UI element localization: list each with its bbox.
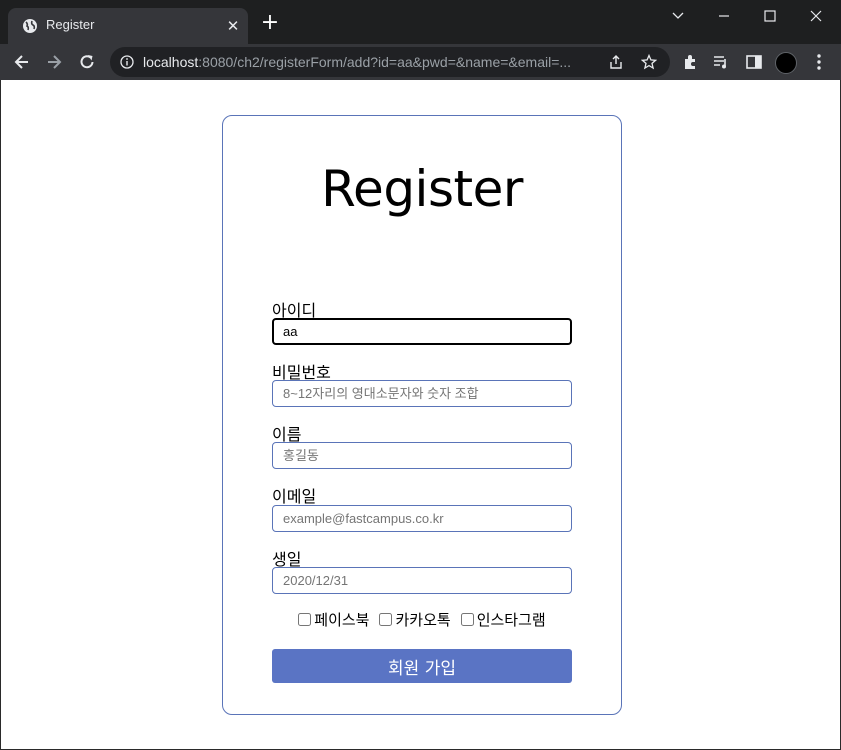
email-input[interactable] [272,505,572,532]
media-queue-icon[interactable] [712,53,730,71]
browser-tab[interactable]: Register ✕ [8,8,248,44]
more-menu-icon[interactable] [812,52,826,72]
close-icon [810,10,822,22]
name-input[interactable] [272,442,572,469]
birthday-input[interactable] [272,567,572,594]
chevron-down-icon [672,12,684,19]
tab-title: Register [46,17,95,32]
close-window-button[interactable] [796,4,836,28]
side-panel-icon[interactable] [745,53,763,71]
reload-button[interactable] [75,50,99,74]
kakaotalk-option[interactable]: 카카오톡 [379,609,451,630]
page-viewport: Register 아이디 비밀번호 이름 이메일 생일 페이스북 카카오톡 인스… [0,80,841,750]
instagram-option[interactable]: 인스타그램 [460,609,546,630]
tab-strip: Register ✕ + [0,0,841,44]
url-text[interactable]: localhost:8080/ch2/registerForm/add?id=a… [143,54,571,70]
facebook-checkbox[interactable] [298,613,312,626]
register-button[interactable]: 회원 가입 [272,649,572,683]
browser-toolbar: localhost:8080/ch2/registerForm/add?id=a… [0,44,841,80]
reload-icon [80,55,94,69]
kakaotalk-checkbox[interactable] [379,613,393,626]
instagram-label: 인스타그램 [476,611,546,629]
instagram-checkbox[interactable] [460,613,474,626]
sns-checkbox-group: 페이스북 카카오톡 인스타그램 [223,609,621,630]
tab-close-icon[interactable]: ✕ [224,17,242,35]
back-button[interactable] [10,50,34,74]
maximize-icon [764,10,776,22]
tab-search-button[interactable] [658,4,698,28]
back-arrow-icon [14,55,28,69]
address-bar[interactable]: localhost:8080/ch2/registerForm/add?id=a… [110,47,670,77]
globe-icon [23,19,37,33]
maximize-button[interactable] [750,4,790,28]
info-icon[interactable] [120,55,134,69]
forward-button[interactable] [42,50,66,74]
page-title: Register [321,160,523,218]
facebook-option[interactable]: 페이스북 [298,609,369,630]
extensions-icon[interactable] [681,53,699,71]
register-form: Register 아이디 비밀번호 이름 이메일 생일 페이스북 카카오톡 인스… [222,115,622,715]
star-icon[interactable] [641,54,657,70]
profile-avatar[interactable] [775,52,797,74]
id-input[interactable] [272,318,572,345]
kakaotalk-label: 카카오톡 [395,611,451,629]
facebook-label: 페이스북 [314,611,370,629]
password-input[interactable] [272,380,572,407]
email-label: 이메일 [272,487,317,506]
share-icon[interactable] [608,54,624,70]
new-tab-button[interactable]: + [260,12,280,34]
minimize-button[interactable] [704,4,744,28]
forward-arrow-icon [48,55,62,69]
minimize-icon [719,15,729,17]
